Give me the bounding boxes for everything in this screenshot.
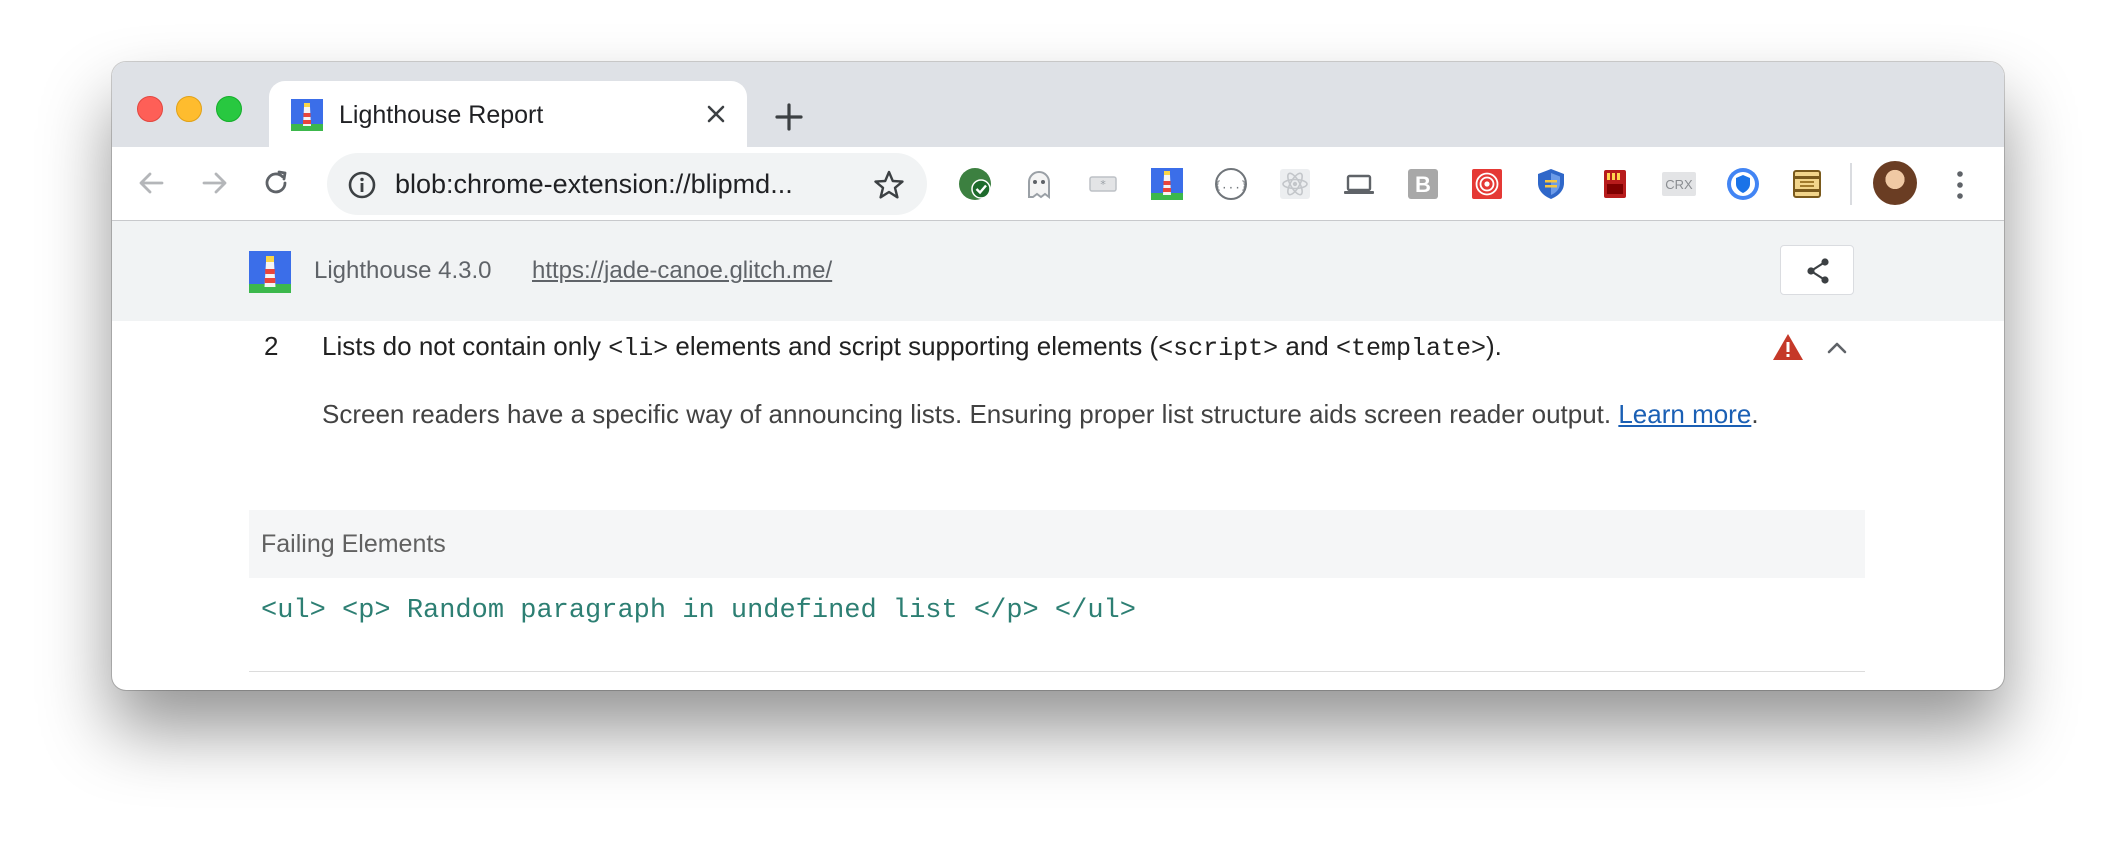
laptop-extension-icon[interactable] [1339,164,1379,204]
blue-shield-extension-icon[interactable] [1723,164,1763,204]
audit-description-period: . [1751,399,1759,429]
svg-text:*: * [1100,178,1107,191]
table-divider [249,671,1865,672]
audit-index: 2 [264,331,279,361]
back-arrow-icon[interactable] [134,165,170,201]
close-tab-icon[interactable] [699,97,733,131]
kebab-menu-icon[interactable] [1952,165,1968,205]
scroll-extension-icon[interactable] [1787,164,1827,204]
ghost-extension-icon[interactable] [1019,164,1059,204]
tab-lighthouse-report[interactable]: Lighthouse Report [269,81,747,147]
lighthouse-extension-icon[interactable] [1147,164,1187,204]
forward-arrow-icon[interactable] [196,165,232,201]
profile-avatar[interactable] [1873,161,1917,205]
tab-title: Lighthouse Report [339,101,544,129]
svg-text:{...}: {...} [1214,179,1247,192]
lighthouse-logo-icon [249,251,291,293]
target-extension-icon[interactable] [1467,164,1507,204]
react-extension-icon[interactable] [1275,164,1315,204]
audit-title[interactable]: Lists do not contain only <li> elements … [322,329,1502,366]
audit-description: Screen readers have a specific way of an… [322,396,1832,432]
audit-title-code-li: <li> [608,334,669,363]
address-bar[interactable]: blob:chrome-extension://blipmd... [327,153,927,215]
b-extension-icon[interactable]: B [1403,164,1443,204]
close-window-button[interactable] [137,96,163,122]
audit-title-text-4: ). [1486,331,1502,361]
failing-node-snippet: <ul> <p> Random paragraph in undefined l… [261,596,1136,626]
sd-card-extension-icon[interactable] [1595,164,1635,204]
lighthouse-favicon-icon [291,99,323,131]
maximize-window-button[interactable] [216,96,242,122]
audit-title-code-template: <template> [1335,334,1487,363]
green-check-extension-icon[interactable] [955,164,995,204]
shield-extension-icon[interactable] [1531,164,1571,204]
collapse-chevron-up-icon[interactable] [1824,336,1850,360]
warning-triangle-icon [1773,334,1803,360]
share-button[interactable] [1780,245,1854,295]
site-info-icon[interactable] [347,170,377,200]
audit-title-text-1: Lists do not contain only [322,331,609,361]
crx-extension-label: CRX [1665,177,1693,192]
tab-strip: Lighthouse Report [112,62,2004,147]
audit-title-code-script: <script> [1158,334,1279,363]
share-icon [1807,258,1829,284]
failing-elements-label: Failing Elements [261,530,446,558]
browser-window: Lighthouse Report blob:chrome-extension:… [112,62,2004,690]
b-extension-letter: B [1415,172,1431,197]
crx-extension-icon[interactable]: CRX [1659,164,1699,204]
failing-elements-header: Failing Elements [249,510,1865,578]
bookmark-star-icon[interactable] [873,169,905,201]
new-tab-icon[interactable] [770,98,808,136]
audit-title-text-3: and [1278,331,1336,361]
audited-url-link[interactable]: https://jade-canoe.glitch.me/ [532,255,832,287]
toolbar-separator [1850,163,1852,205]
lighthouse-version: Lighthouse 4.3.0 [314,257,492,284]
minimize-window-button[interactable] [176,96,202,122]
asterisk-extension-icon[interactable]: * [1083,164,1123,204]
audit-title-text-2: elements and script supporting elements … [668,331,1159,361]
json-braces-extension-icon[interactable]: {...} [1211,164,1251,204]
address-url: blob:chrome-extension://blipmd... [395,169,793,199]
audit-description-text: Screen readers have a specific way of an… [322,399,1619,429]
lighthouse-header: Lighthouse 4.3.0 https://jade-canoe.glit… [112,221,2004,321]
browser-toolbar: blob:chrome-extension://blipmd... * {...… [112,147,2004,221]
reload-icon[interactable] [258,165,294,201]
learn-more-link[interactable]: Learn more [1618,399,1751,429]
